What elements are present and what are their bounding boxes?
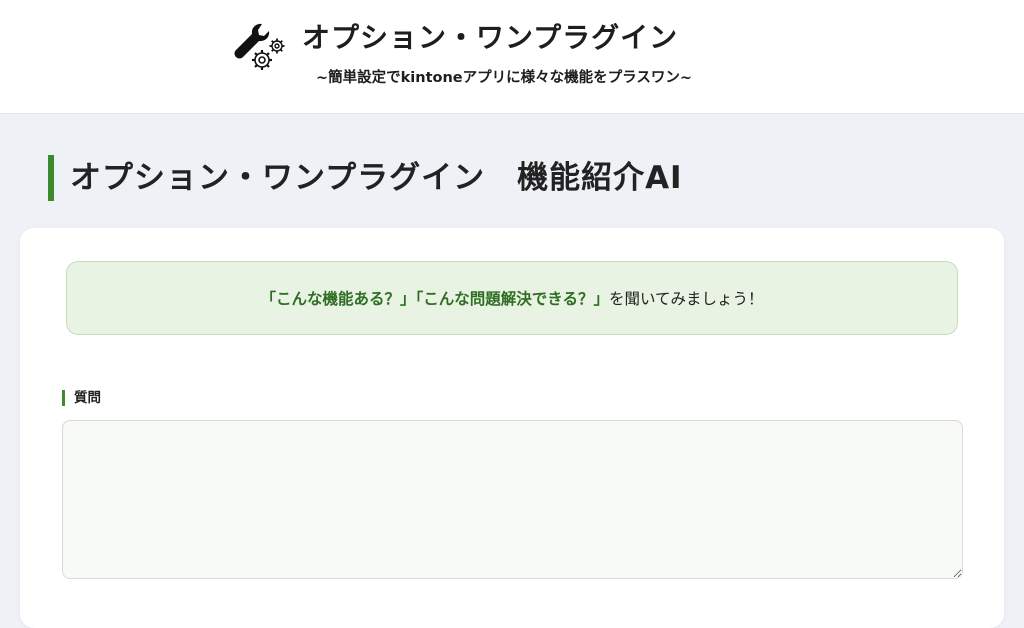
site-header: オプション・ワンプラグイン ~簡単設定でkintoneアプリに様々な機能をプラス… [0,0,1024,114]
question-label: 質問 [62,390,101,406]
site-subtitle: ~簡単設定でkintoneアプリに様々な機能をプラスワン~ [316,70,692,86]
page-title: オプション・ワンプラグイン 機能紹介AI [48,155,683,201]
question-input[interactable] [62,420,963,579]
wrench-gears-icon [234,23,285,70]
notice-text: を聞いてみましょう！ [608,290,764,308]
notice-highlight: 「こんな機能ある？」「こんな問題解決できる？」 [260,290,609,308]
main-card: 「こんな機能ある？」「こんな問題解決できる？」 を聞いてみましょう！ 質問 [20,228,1004,628]
notice-banner: 「こんな機能ある？」「こんな問題解決できる？」 を聞いてみましょう！ [66,261,958,335]
site-title: オプション・ワンプラグイン [302,21,679,54]
